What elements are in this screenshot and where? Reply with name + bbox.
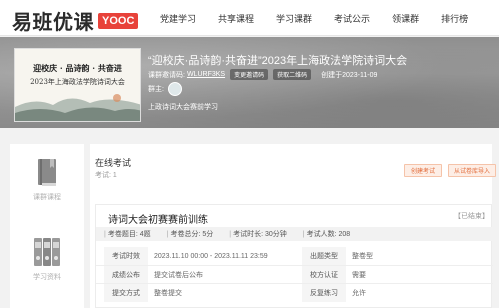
import-from-library-button[interactable]: 从试卷库导入: [448, 164, 497, 177]
detail-label: 提交方式: [104, 284, 148, 302]
left-sidebar: 课群课程 学习资料: [10, 144, 84, 308]
exam-title[interactable]: 诗词大会初赛赛前训练: [108, 211, 208, 226]
status-badge: 【已结束】: [454, 213, 489, 220]
summary-participants: | 考试人数: 208: [302, 231, 351, 238]
group-name: 上政诗词大会赛前学习: [148, 104, 218, 111]
exam-summary: | 考卷题目: 4题 | 考卷总分: 5分 | 考试时长: 30分钟 | 考试人数: 2…: [96, 227, 493, 241]
sidebar-item-label: 课群课程: [33, 194, 61, 201]
detail-row: 成绩公布 提交试卷后公布 校方认证 需要: [96, 265, 493, 284]
owner-row: 群主:: [148, 82, 182, 96]
exam-count: 考试: 1: [95, 172, 117, 179]
book-icon: [38, 159, 56, 186]
invite-code-label: 课群邀请码:: [148, 71, 185, 79]
mountain-illustration: [15, 94, 140, 121]
create-date: 创建于2023-11-09: [321, 71, 378, 79]
logo-text: 易班优课: [12, 12, 94, 34]
site-logo[interactable]: 易班优课 YOOC: [12, 6, 139, 35]
sidebar-item-materials[interactable]: 学习资料: [10, 236, 84, 282]
detail-value: 2023.11.10 00:00 - 2023.11.11 23:59: [154, 252, 268, 260]
change-invite-code-button[interactable]: 变更邀请码: [230, 69, 269, 80]
invite-code[interactable]: WLURF3KS: [187, 71, 225, 78]
detail-value: 整卷提交: [154, 290, 182, 297]
nav-item-join-group[interactable]: 领课群: [392, 12, 419, 25]
nav-item-shared-courses[interactable]: 共享课程: [218, 12, 254, 25]
summary-total-score: | 考卷总分: 5分: [166, 231, 214, 238]
detail-label: 成绩公布: [104, 266, 148, 284]
detail-value: 整卷型: [352, 253, 373, 260]
detail-label: 出题类型: [302, 247, 346, 265]
course-title: “迎校庆·品诗韵·共奋进”2023年上海政法学院诗词大会: [148, 55, 408, 67]
logo-badge: YOOC: [98, 12, 139, 29]
sidebar-item-courses[interactable]: 课群课程: [10, 158, 84, 202]
detail-row: 考试时效 2023.11.10 00:00 - 2023.11.11 23:59…: [96, 247, 493, 265]
cover-headline: 迎校庆 · 品诗韵 · 共奋进: [33, 63, 122, 73]
detail-value: 需要: [352, 272, 366, 279]
nav-item-study-groups[interactable]: 学习课群: [276, 12, 312, 25]
section-title: 在线考试: [95, 158, 132, 168]
exam-panel: 在线考试 考试: 1 创建考试 从试卷库导入 诗词大会初赛赛前训练 【已结束】 …: [90, 144, 497, 308]
summary-question-count: | 考卷题目: 4题: [104, 231, 151, 238]
detail-label: 考试时效: [104, 247, 148, 265]
detail-value: 允许: [352, 290, 366, 297]
nav-item-leaderboard[interactable]: 排行榜: [441, 12, 468, 25]
detail-value: 提交试卷后公布: [154, 272, 203, 279]
owner-avatar[interactable]: [167, 82, 182, 96]
exam-details: 考试时效 2023.11.10 00:00 - 2023.11.11 23:59…: [96, 247, 493, 302]
nav-item-exam-notice[interactable]: 考试公示: [334, 12, 370, 25]
top-navigation: 易班优课 YOOC 党建学习 共享课程 学习课群 考试公示 领课群 排行榜: [0, 0, 499, 36]
binder-icon: [34, 238, 60, 266]
course-cover-image: 迎校庆 · 品诗韵 · 共奋进 2023年上海政法学院诗词大会: [14, 48, 141, 122]
main-nav: 党建学习 共享课程 学习课群 考试公示 领课群 排行榜: [160, 0, 468, 36]
cover-subline: 2023年上海政法学院诗词大会: [30, 78, 125, 86]
sidebar-item-label: 学习资料: [33, 274, 61, 281]
create-exam-button[interactable]: 创建考试: [404, 164, 443, 177]
owner-label: 群主:: [148, 86, 164, 93]
detail-row: 提交方式 整卷提交 反复练习 允许: [96, 283, 493, 302]
get-qr-code-button[interactable]: 获取二维码: [273, 69, 312, 80]
detail-label: 反复练习: [302, 284, 346, 302]
nav-item-party-study[interactable]: 党建学习: [160, 12, 196, 25]
detail-label: 校方认证: [302, 266, 346, 284]
exam-card: 诗词大会初赛赛前训练 【已结束】 | 考卷题目: 4题 | 考卷总分: 5分 | 考试…: [95, 204, 493, 308]
summary-duration: | 考试时长: 30分钟: [229, 231, 287, 238]
invite-row: 课群邀请码: WLURF3KS 变更邀请码 获取二维码 创建于2023-11-0…: [148, 69, 377, 80]
